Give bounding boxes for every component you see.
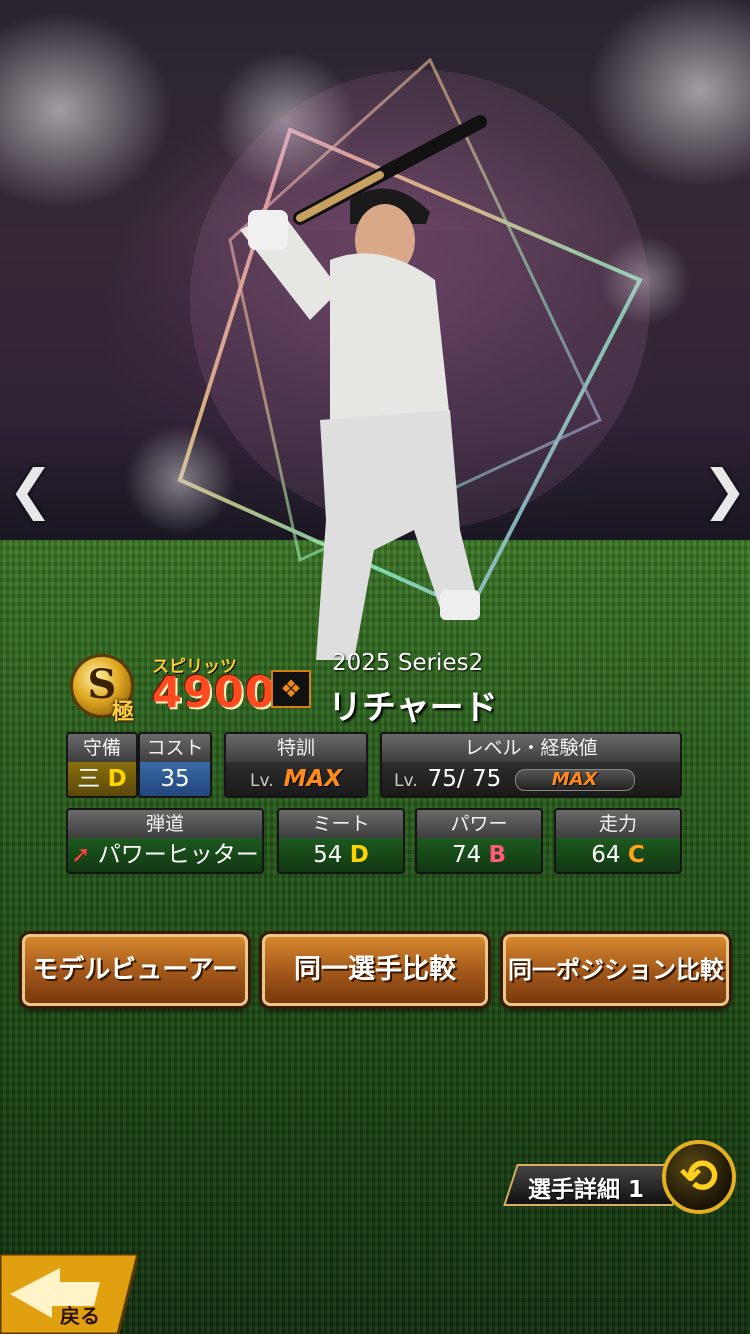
trajectory-text: パワーヒッター bbox=[97, 842, 259, 868]
rank-sub-label: 極 bbox=[112, 700, 135, 725]
trajectory-arrow-icon: ➚ bbox=[71, 842, 91, 868]
training-max: MAX bbox=[283, 766, 343, 792]
position-value: 三 D bbox=[68, 762, 136, 796]
contact-number: 54 bbox=[313, 842, 343, 868]
speed-box: 走力 64 C bbox=[554, 808, 682, 874]
player-name: リチャード bbox=[328, 688, 498, 728]
trajectory-value: ➚ パワーヒッター bbox=[68, 838, 262, 872]
cost-label: コスト bbox=[140, 734, 210, 762]
cost-value: 35 bbox=[140, 762, 210, 796]
contact-value: 54 D bbox=[279, 838, 403, 872]
same-position-compare-button[interactable]: 同一ポジション比較 bbox=[503, 934, 729, 1006]
same-player-compare-button[interactable]: 同一選手比較 bbox=[262, 934, 488, 1006]
model-viewer-button[interactable]: モデルビューアー bbox=[22, 934, 248, 1006]
position-box: 守備 三 D bbox=[66, 732, 138, 798]
level-label: レベル・経験値 bbox=[382, 734, 680, 762]
power-label: パワー bbox=[417, 810, 541, 838]
card-art bbox=[125, 50, 690, 660]
trajectory-box: 弾道 ➚ パワーヒッター bbox=[66, 808, 264, 874]
level-box: レベル・経験値 Lv. 75/ 75 MAX bbox=[380, 732, 682, 798]
spirits-value: 4900 bbox=[152, 668, 276, 718]
trajectory-label: 弾道 bbox=[68, 810, 262, 838]
contact-label: ミート bbox=[279, 810, 403, 838]
speed-label: 走力 bbox=[556, 810, 680, 838]
power-number: 74 bbox=[451, 842, 482, 868]
power-value: 74 B bbox=[417, 838, 541, 872]
next-player-chevron-right-icon[interactable]: ❯ bbox=[702, 462, 747, 518]
speed-number: 64 bbox=[591, 842, 621, 868]
exp-bar: MAX bbox=[514, 768, 635, 791]
training-box: 特訓 Lv. MAX bbox=[224, 732, 368, 798]
level-lv-prefix: Lv. bbox=[394, 771, 418, 791]
series-label: 2025 Series2 bbox=[332, 650, 484, 676]
prev-player-chevron-left-icon[interactable]: ❮ bbox=[8, 462, 53, 518]
exp-max: MAX bbox=[551, 768, 598, 790]
team-logo-icon: ❖ bbox=[271, 670, 311, 708]
speed-value: 64 C bbox=[556, 838, 680, 872]
contact-grade: D bbox=[349, 842, 369, 868]
position-grade: D bbox=[107, 766, 127, 792]
training-lv-prefix: Lv. bbox=[249, 771, 274, 791]
level-current: 75 bbox=[427, 766, 457, 792]
contact-box: ミート 54 D bbox=[277, 808, 405, 874]
power-grade: B bbox=[488, 842, 507, 868]
training-value: Lv. MAX bbox=[226, 762, 366, 796]
back-label: 戻る bbox=[60, 1304, 100, 1328]
swap-icon[interactable]: ⟲ bbox=[662, 1140, 736, 1214]
training-label: 特訓 bbox=[226, 734, 366, 762]
power-box: パワー 74 B bbox=[415, 808, 543, 874]
player-detail-label: 選手詳細 1 bbox=[528, 1177, 645, 1203]
speed-grade: C bbox=[627, 842, 645, 868]
position-label: 守備 bbox=[68, 734, 136, 762]
position-text: 三 bbox=[77, 766, 101, 792]
level-max: 75 bbox=[471, 766, 502, 792]
level-value: Lv. 75/ 75 MAX bbox=[382, 762, 680, 796]
cost-box: コスト 35 bbox=[138, 732, 212, 798]
level-separator: / bbox=[456, 766, 465, 792]
